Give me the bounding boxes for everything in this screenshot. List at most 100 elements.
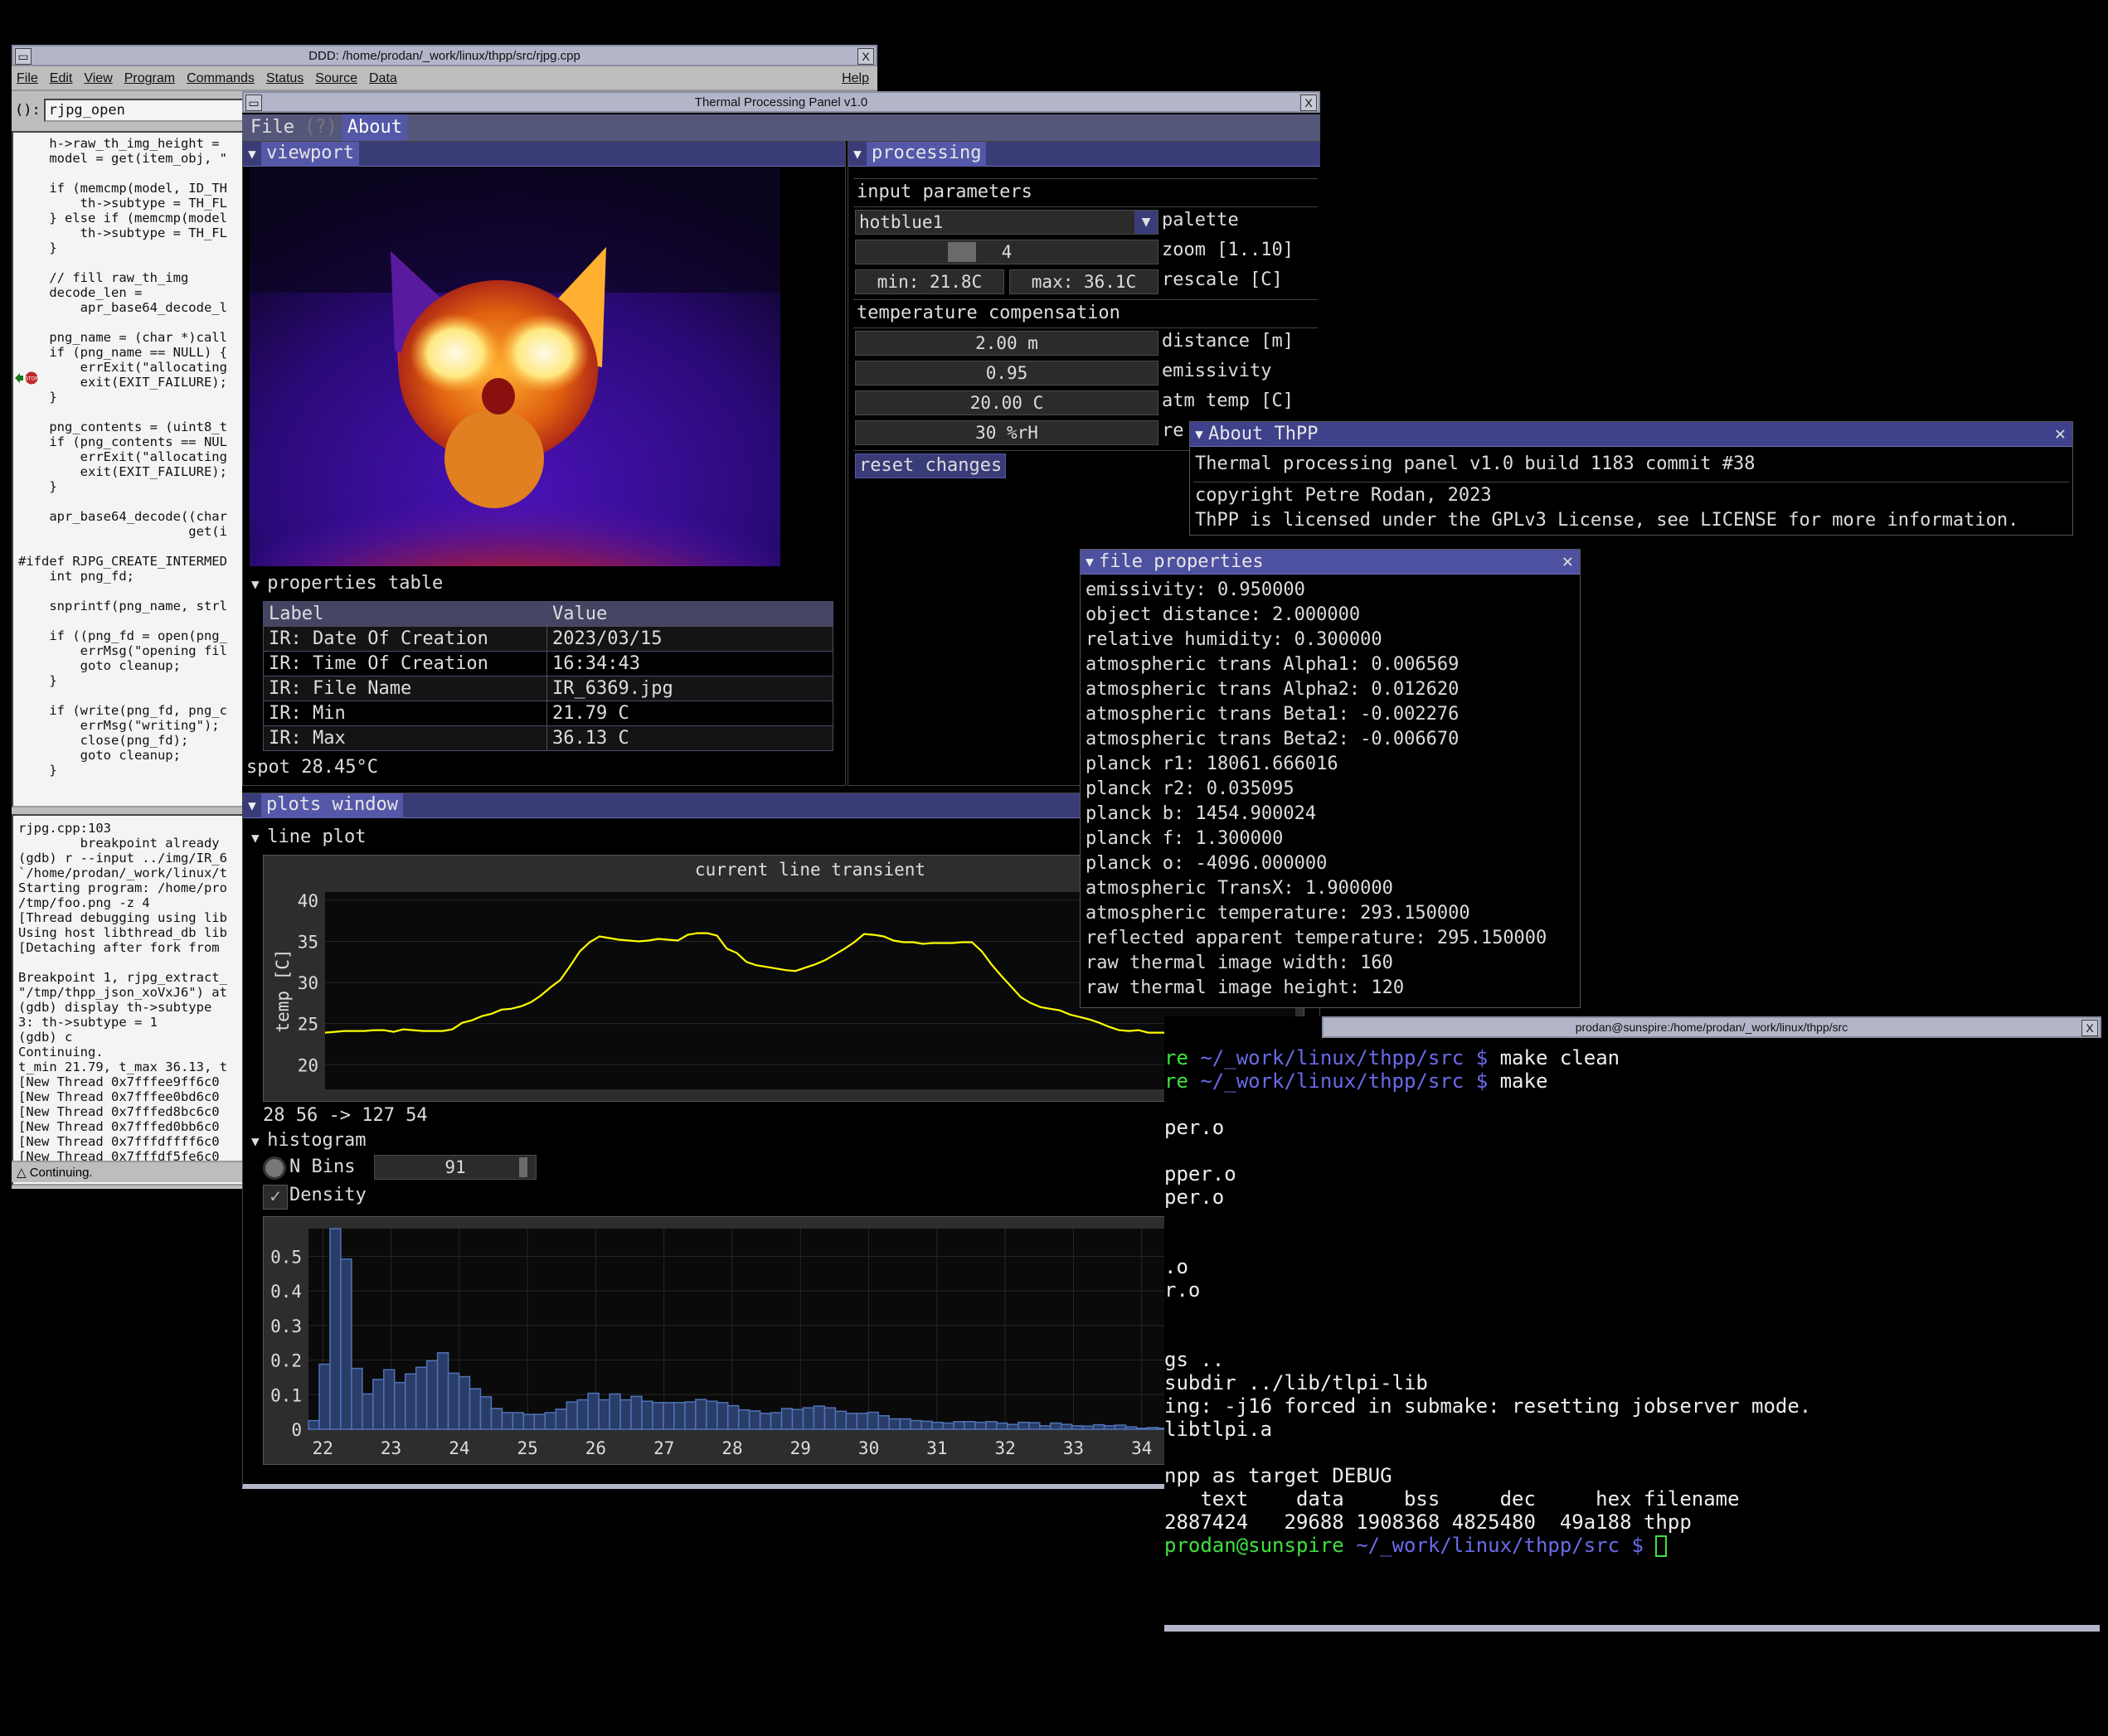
viewport-titlebar[interactable]: ▼ viewport	[243, 141, 845, 167]
file-properties-title: file properties	[1099, 551, 1264, 572]
console-line: [Thread debugging using lib	[18, 910, 227, 925]
close-icon[interactable]: X	[1300, 95, 1317, 111]
prompt-user: re	[1164, 1046, 1201, 1069]
histogram-plot[interactable]: 0 0.1 0.2 0.3 0.4 0.5 22 23 24 25 26 27 28 29 30 31 32 33…	[263, 1216, 1304, 1465]
table-row[interactable]: IR: Max 36.13 C	[263, 725, 833, 751]
source-view[interactable]: h->raw_th_img_height = model = get(item_…	[12, 131, 244, 807]
input-parameters-header: input parameters	[857, 182, 1032, 202]
histogram-bar	[673, 1402, 686, 1430]
ddd-menu-help[interactable]: Help	[842, 71, 869, 86]
cell-value: 21.79 C	[546, 701, 833, 726]
ddd-menu-edit[interactable]: Edit	[50, 71, 73, 86]
rescale-min-input[interactable]: min: 21.8C	[855, 269, 1004, 294]
histogram-bar	[436, 1352, 449, 1430]
histogram-bar	[372, 1379, 385, 1430]
file-property-line: emissivity: 0.950000	[1086, 579, 1305, 600]
zoom-label: zoom [1..10]	[1162, 240, 1294, 260]
cursor	[1655, 1535, 1668, 1557]
shell-prompt[interactable]: prodan@sunspire ~/_work/linux/thpp/src $	[1164, 1534, 1668, 1557]
y-tick-label: 0.5	[270, 1247, 302, 1267]
file-property-line: planck o: -4096.000000	[1086, 853, 1328, 874]
table-row[interactable]: IR: Min 21.79 C	[263, 701, 833, 726]
chevron-down-icon[interactable]: ▼	[1134, 211, 1158, 234]
window-menu-icon[interactable]: ▭	[15, 48, 32, 65]
source-line: decode_len =	[18, 285, 143, 300]
slider-grab[interactable]	[948, 242, 977, 262]
column-header-value[interactable]: Value	[546, 601, 833, 627]
command-text: ing: -j16 forced in submake: resetting j…	[1164, 1394, 1812, 1418]
emissivity-input[interactable]: 0.95	[855, 361, 1158, 386]
line-plot-header[interactable]: ▼ line plot	[251, 827, 366, 847]
histogram-bar	[1049, 1422, 1062, 1430]
ddd-menu-data[interactable]: Data	[369, 71, 397, 86]
file-properties-titlebar[interactable]: ▼ file properties ✕	[1081, 550, 1580, 575]
properties-table-header[interactable]: ▼ properties table	[251, 573, 443, 594]
palette-label: palette	[1162, 210, 1239, 230]
console-line: breakpoint already	[18, 836, 220, 851]
menu-file[interactable]: File	[245, 114, 299, 141]
ddd-menu-file[interactable]: File	[17, 71, 38, 86]
nbins-slider[interactable]: 91	[374, 1155, 537, 1180]
histogram-bar	[415, 1366, 428, 1430]
column-header-label[interactable]: Label	[263, 601, 547, 627]
terminal-line: per.o	[1164, 1116, 1224, 1139]
table-row[interactable]: IR: File Name IR_6369.jpg	[263, 676, 833, 701]
histogram-bar	[974, 1421, 987, 1430]
terminal-titlebar[interactable]: prodan@sunspire:/home/prodan/_work/linux…	[1322, 1016, 2101, 1038]
terminal-line: re ~/_work/linux/thpp/src $ make clean	[1164, 1046, 1620, 1069]
processing-titlebar[interactable]: ▼ processing	[848, 141, 1320, 167]
close-icon[interactable]: ✕	[2055, 424, 2066, 444]
table-row[interactable]: IR: Time Of Creation 16:34:43	[263, 651, 833, 676]
console-line: Breakpoint 1, rjpg_extract_	[18, 970, 227, 985]
command-text: .o	[1164, 1255, 1188, 1278]
ddd-menu-program[interactable]: Program	[124, 71, 175, 86]
close-icon[interactable]: X	[857, 48, 874, 65]
viewport-window: ▼ viewport ▼ properties table Label Valu…	[242, 141, 846, 786]
table-row[interactable]: IR: Date Of Creation 2023/03/15	[263, 626, 833, 652]
breakpoint-stop-icon[interactable]: STOP	[15, 371, 40, 385]
console-line: (gdb) c	[18, 1030, 73, 1045]
collapse-icon[interactable]: ▼	[243, 798, 261, 813]
density-checkbox[interactable]: ✓	[263, 1185, 288, 1210]
collapse-icon[interactable]: ▼	[1190, 426, 1208, 442]
histogram-bar	[1092, 1423, 1105, 1430]
about-titlebar[interactable]: ▼ About ThPP ✕	[1190, 422, 2072, 447]
zoom-slider[interactable]: 4	[855, 240, 1158, 264]
ddd-menu-status[interactable]: Status	[266, 71, 304, 86]
collapse-icon[interactable]: ▼	[1081, 554, 1099, 570]
rescale-max-input[interactable]: max: 36.1C	[1009, 269, 1158, 294]
ddd-menu-source[interactable]: Source	[315, 71, 357, 86]
console-line: [New Thread 0x7fffee0bd6c0	[18, 1089, 227, 1104]
distance-input[interactable]: 2.00 m	[855, 331, 1158, 356]
thpp-menubar: File (?) About	[242, 114, 1320, 141]
histogram-bar	[1081, 1425, 1095, 1430]
thermal-image[interactable]	[250, 168, 780, 566]
file-property-line: reflected apparent temperature: 295.1500…	[1086, 928, 1547, 948]
window-menu-icon[interactable]: ▭	[245, 95, 262, 111]
close-icon[interactable]: X	[2081, 1020, 2098, 1036]
argument-input[interactable]: rjpg_open	[43, 99, 251, 122]
emissivity-label: emissivity	[1162, 361, 1272, 381]
histogram-bar	[780, 1408, 794, 1430]
ddd-menu-commands[interactable]: Commands	[187, 71, 255, 86]
atm-temp-input[interactable]: 20.00 C	[855, 390, 1158, 415]
histogram-bar	[630, 1395, 643, 1430]
histogram-bar	[566, 1401, 578, 1430]
collapse-icon[interactable]: ▼	[243, 146, 261, 162]
palette-combo[interactable]: hotblue1 ▼	[855, 210, 1158, 235]
collapse-icon[interactable]: ▼	[848, 146, 867, 162]
slider-grab[interactable]	[519, 1157, 527, 1177]
histogram-bar	[813, 1405, 826, 1430]
thpp-titlebar[interactable]: ▭ Thermal Processing Panel v1.0 X	[242, 91, 1320, 113]
ddd-titlebar[interactable]: ▭ DDD: /home/prodan/_work/linux/thpp/src…	[12, 45, 877, 66]
humidity-input[interactable]: 30 %rH	[855, 420, 1158, 445]
reset-changes-button[interactable]: reset changes	[855, 453, 1007, 478]
gdb-console[interactable]: rjpg.cpp:103 breakpoint already (gdb) r -…	[12, 814, 244, 1186]
nbins-radio[interactable]	[263, 1157, 286, 1180]
ddd-menu-view[interactable]: View	[84, 71, 112, 86]
terminal-scrollbar[interactable]	[1164, 1625, 2100, 1632]
menu-help[interactable]: (?)	[299, 114, 342, 141]
menu-about[interactable]: About	[342, 114, 407, 141]
close-icon[interactable]: ✕	[1562, 551, 1573, 572]
histogram-header[interactable]: ▼ histogram	[251, 1130, 366, 1151]
